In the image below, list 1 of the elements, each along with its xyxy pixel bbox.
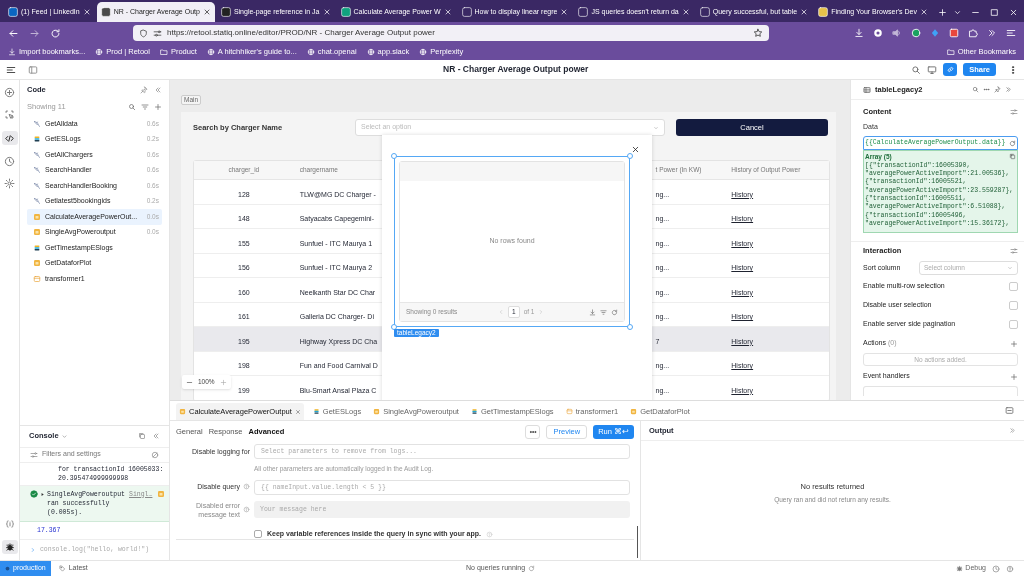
app-title: NR - Charger Average Output power	[443, 63, 589, 76]
